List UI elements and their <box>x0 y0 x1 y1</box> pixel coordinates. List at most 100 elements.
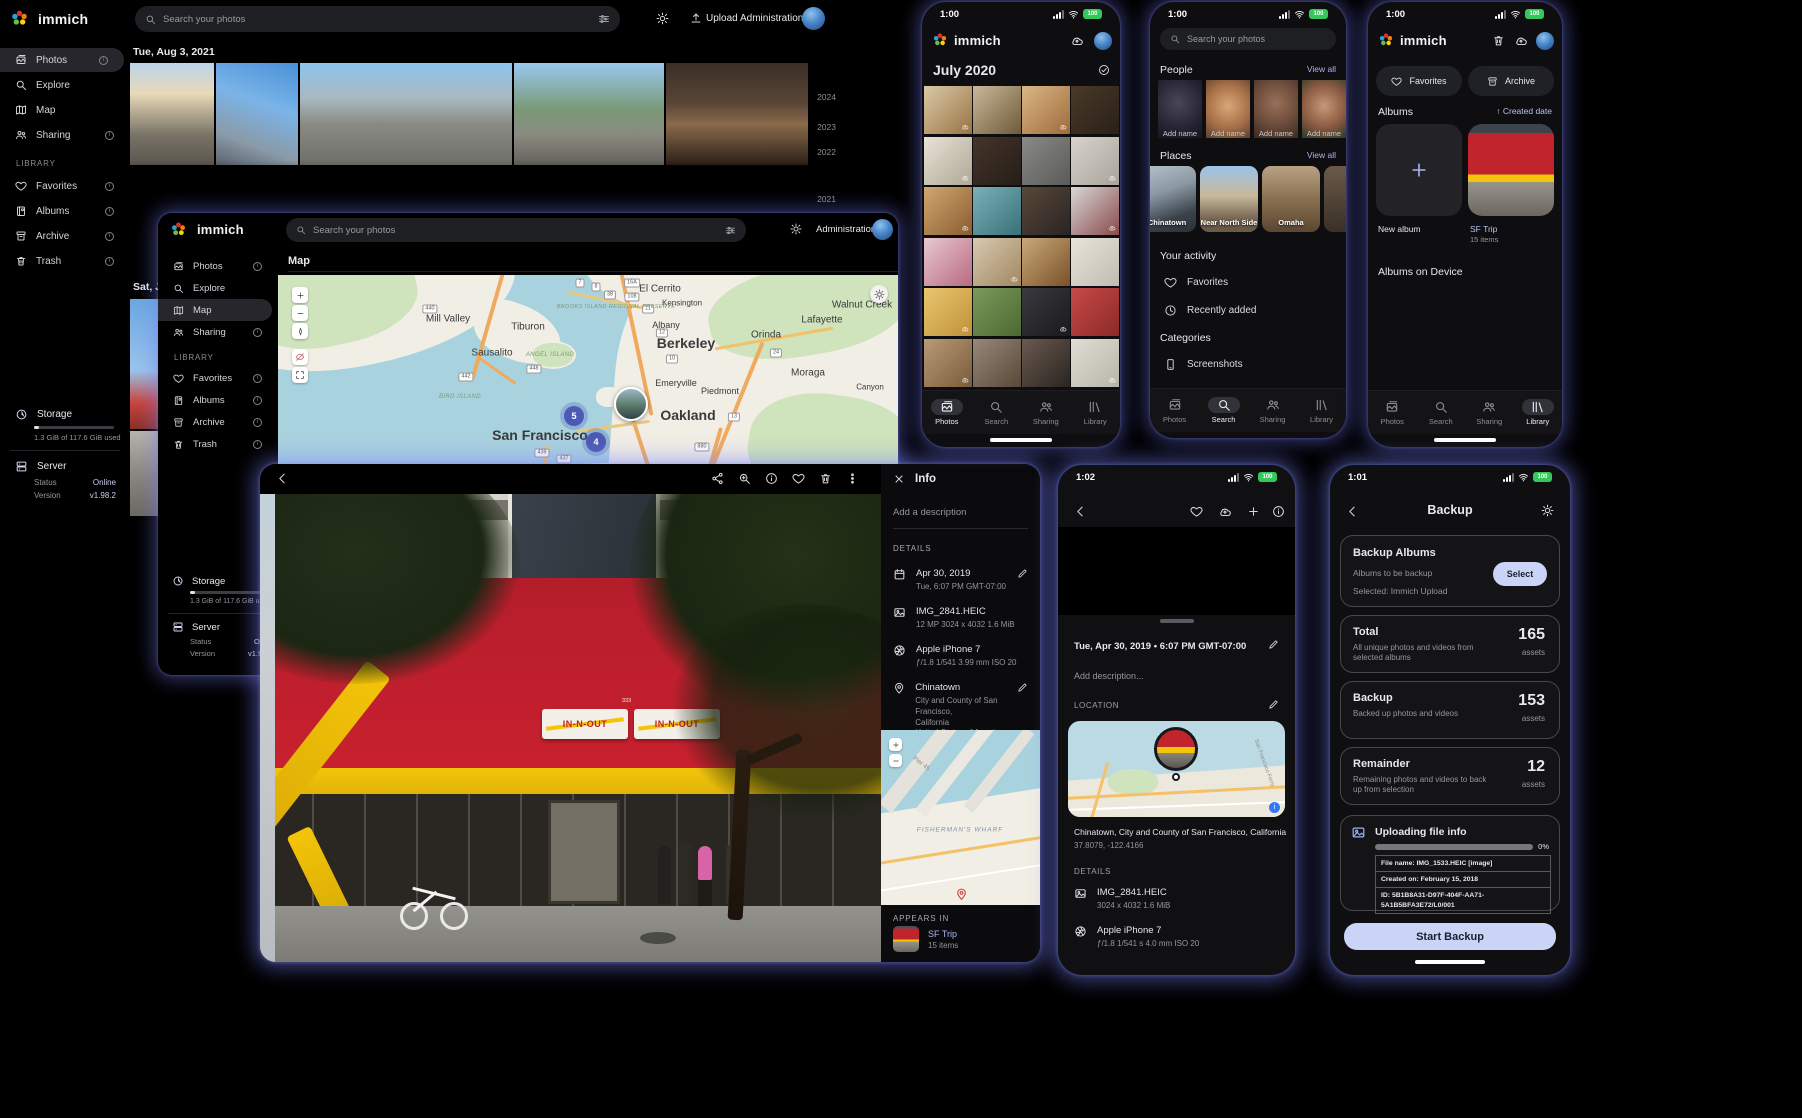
map-settings-gear-button[interactable] <box>870 285 888 303</box>
sidebar-item[interactable]: Archive i <box>0 224 130 248</box>
info-icon[interactable]: i <box>253 262 262 271</box>
nav-tab[interactable]: Library <box>1073 399 1117 426</box>
description-input[interactable]: Add a description <box>893 507 966 518</box>
photo-thumbnail[interactable] <box>514 63 664 165</box>
nav-tab[interactable]: Library <box>1300 397 1344 424</box>
back-button[interactable] <box>1074 505 1087 518</box>
sidebar-item[interactable]: Trash i <box>158 433 278 455</box>
place-item[interactable]: Pi <box>1324 166 1346 232</box>
photo-thumbnail[interactable] <box>924 238 972 286</box>
nav-tab[interactable]: Library <box>1516 399 1560 426</box>
photo-thumbnail[interactable] <box>973 288 1021 336</box>
add-name-link[interactable]: Add name <box>1259 129 1293 138</box>
map-theme-button[interactable] <box>292 349 308 365</box>
photo-thumbnail[interactable] <box>1022 137 1070 185</box>
favorite-heart-icon[interactable] <box>1190 505 1203 518</box>
photo-thumbnail[interactable] <box>1071 137 1119 185</box>
sidebar-item[interactable]: Albums i <box>158 389 278 411</box>
avatar[interactable] <box>1536 32 1554 50</box>
sidebar-item[interactable]: Favorites i <box>158 367 278 389</box>
photo-thumbnail[interactable] <box>1022 187 1070 235</box>
add-name-link[interactable]: Add name <box>1307 129 1341 138</box>
search-input[interactable]: Search your photos <box>286 218 746 242</box>
info-icon[interactable]: i <box>105 232 114 241</box>
photo-thumbnail[interactable] <box>924 339 972 387</box>
map-fullscreen-button[interactable] <box>292 367 308 383</box>
photo-thumbnail[interactable] <box>1022 86 1070 134</box>
photo-cluster-marker[interactable]: 4 <box>586 432 606 452</box>
nav-tab[interactable]: Sharing <box>1251 397 1295 424</box>
sort-button[interactable]: ↑ Created date <box>1496 106 1552 116</box>
people-view-all-link[interactable]: View all <box>1307 64 1336 74</box>
person-item[interactable]: Add name <box>1302 80 1346 138</box>
sidebar-item[interactable]: Sharing i <box>158 321 278 343</box>
avatar[interactable] <box>872 219 893 240</box>
avatar[interactable] <box>802 7 825 30</box>
filter-sliders-icon[interactable] <box>598 13 610 25</box>
nav-tab[interactable]: Sharing <box>1467 399 1511 426</box>
photo-main[interactable]: IN-N-OUT IN-N-OUT 333 <box>260 494 881 962</box>
places-view-all-link[interactable]: View all <box>1307 150 1336 160</box>
filter-sliders-icon[interactable] <box>725 225 736 236</box>
administration-link[interactable]: Administration <box>816 224 876 235</box>
edit-location-icon[interactable] <box>1268 699 1279 710</box>
edit-date-icon[interactable] <box>1268 639 1279 650</box>
location-minimap[interactable]: FISHERMAN'S WHARF Pier 45 <box>881 730 1040 905</box>
photo-thumbnail[interactable] <box>973 187 1021 235</box>
person-item[interactable]: Add name <box>1206 80 1250 138</box>
map-compass-button[interactable] <box>292 323 308 339</box>
settings-gear-icon[interactable] <box>1541 504 1554 517</box>
sidebar-item[interactable]: Trash i <box>0 249 130 273</box>
toolbar-icon-button[interactable] <box>792 472 805 485</box>
photo-thumbnail[interactable] <box>1071 187 1119 235</box>
photo-thumbnail[interactable] <box>924 86 972 134</box>
album-tile-sf-trip[interactable] <box>1468 124 1554 216</box>
add-name-link[interactable]: Add name <box>1211 129 1245 138</box>
administration-link[interactable]: Administration <box>740 13 803 24</box>
place-item[interactable]: Omaha <box>1262 166 1320 232</box>
photo-thumbnail[interactable] <box>924 288 972 336</box>
nav-tab[interactable]: Photos <box>1153 397 1197 424</box>
new-album-tile[interactable] <box>1376 124 1462 216</box>
map-attribution-icon[interactable]: i <box>1269 802 1280 813</box>
sheet-drag-handle[interactable] <box>1160 619 1194 623</box>
toolbar-icon-button[interactable] <box>738 472 751 485</box>
map-zoom-in-button[interactable] <box>292 287 308 303</box>
location-map[interactable]: San Francisco Ferry i <box>1068 721 1285 817</box>
sidebar-item[interactable]: Photos i <box>158 255 278 277</box>
select-all-icon[interactable] <box>1098 64 1110 76</box>
minimap-zoom-out[interactable] <box>889 754 902 767</box>
upload-button[interactable]: Upload <box>706 13 738 24</box>
cloud-sync-icon[interactable] <box>1514 34 1528 48</box>
photo-thumbnail[interactable] <box>300 63 512 165</box>
photo-thumbnail[interactable] <box>1071 339 1119 387</box>
sidebar-item[interactable]: Archive i <box>158 411 278 433</box>
info-icon[interactable]: i <box>105 207 114 216</box>
search-input[interactable]: Search your photos <box>135 6 620 32</box>
photo-thumbnail[interactable] <box>973 86 1021 134</box>
photo-thumbnail[interactable] <box>973 238 1021 286</box>
place-item[interactable]: Chinatown <box>1150 166 1196 232</box>
toolbar-icon-button[interactable] <box>846 472 859 485</box>
album-link-row[interactable]: SF Trip 15 items <box>893 926 958 952</box>
photo-area[interactable] <box>1058 527 1295 615</box>
nav-tab[interactable]: Sharing <box>1024 399 1068 426</box>
favorites-button[interactable]: Favorites <box>1376 66 1462 96</box>
photo-thumbnail[interactable] <box>666 63 808 165</box>
upload-icon[interactable] <box>690 12 702 24</box>
theme-toggle-button[interactable] <box>656 12 669 25</box>
trash-icon[interactable] <box>1492 34 1505 47</box>
toolbar-icon-button[interactable] <box>765 472 778 485</box>
archive-button[interactable]: Archive <box>1468 66 1554 96</box>
add-name-link[interactable]: Add name <box>1163 129 1197 138</box>
person-item[interactable]: Add name <box>1254 80 1298 138</box>
description-input[interactable]: Add description... <box>1074 671 1144 681</box>
upload-cloud-icon[interactable] <box>1218 505 1232 519</box>
back-button[interactable] <box>276 472 289 485</box>
nav-tab[interactable]: Search <box>1419 399 1463 426</box>
theme-toggle-button[interactable] <box>790 223 802 235</box>
photo-thumbnail[interactable] <box>1022 288 1070 336</box>
minimap-zoom-in[interactable] <box>889 738 902 751</box>
photo-thumbnail[interactable] <box>130 63 214 165</box>
info-icon[interactable]: i <box>253 396 262 405</box>
